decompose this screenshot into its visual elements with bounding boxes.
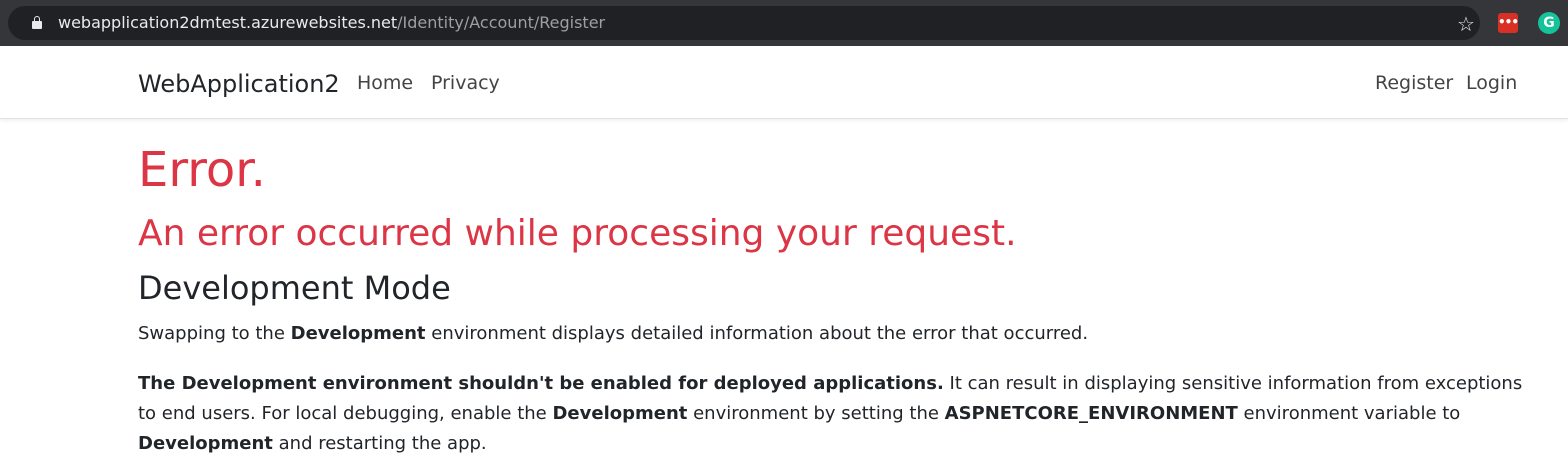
p1-text-before: Swapping to the	[138, 323, 291, 344]
nav-register-link[interactable]: Register	[1375, 46, 1453, 118]
brand-link[interactable]: WebApplication2	[138, 46, 340, 118]
lock-icon[interactable]	[32, 16, 42, 29]
site-navbar: WebApplication2 Home Privacy Register Lo…	[0, 46, 1568, 119]
development-mode-heading: Development Mode	[138, 269, 451, 307]
p2-bold-2: Development	[552, 403, 688, 424]
p2-text-3: environment variable to	[1237, 403, 1461, 424]
grammarly-icon[interactable]: G	[1538, 12, 1560, 34]
development-warning-paragraph: The Development environment shouldn't be…	[138, 369, 1533, 459]
p2-bold-4: Development	[138, 433, 273, 454]
p2-bold-3: ASPNETCORE_ENVIRONMENT	[944, 403, 1238, 424]
p2-text-4: and restarting the app.	[272, 433, 487, 454]
development-info-paragraph: Swapping to the Development environment …	[138, 319, 1533, 349]
url-text[interactable]: webapplication2dmtest.azurewebsites.net/…	[58, 6, 605, 40]
address-bar[interactable]: webapplication2dmtest.azurewebsites.net/…	[8, 6, 1480, 40]
error-title: Error.	[138, 142, 266, 198]
url-path: /Identity/Account/Register	[397, 13, 606, 32]
p1-bold: Development	[290, 323, 426, 344]
url-host: webapplication2dmtest.azurewebsites.net	[58, 13, 398, 32]
browser-toolbar: webapplication2dmtest.azurewebsites.net/…	[0, 0, 1568, 46]
nav-privacy-link[interactable]: Privacy	[431, 46, 500, 118]
p2-bold-1: The Development environment shouldn't be…	[138, 373, 944, 394]
nav-home-link[interactable]: Home	[357, 46, 413, 118]
star-icon[interactable]: ☆	[1455, 13, 1477, 35]
error-subtitle: An error occurred while processing your …	[138, 213, 1017, 254]
p1-text-after: environment displays detailed informatio…	[425, 323, 1089, 344]
p2-text-2: environment by setting the	[687, 403, 945, 424]
lastpass-icon[interactable]: •••	[1498, 13, 1519, 33]
nav-login-link[interactable]: Login	[1466, 46, 1517, 118]
